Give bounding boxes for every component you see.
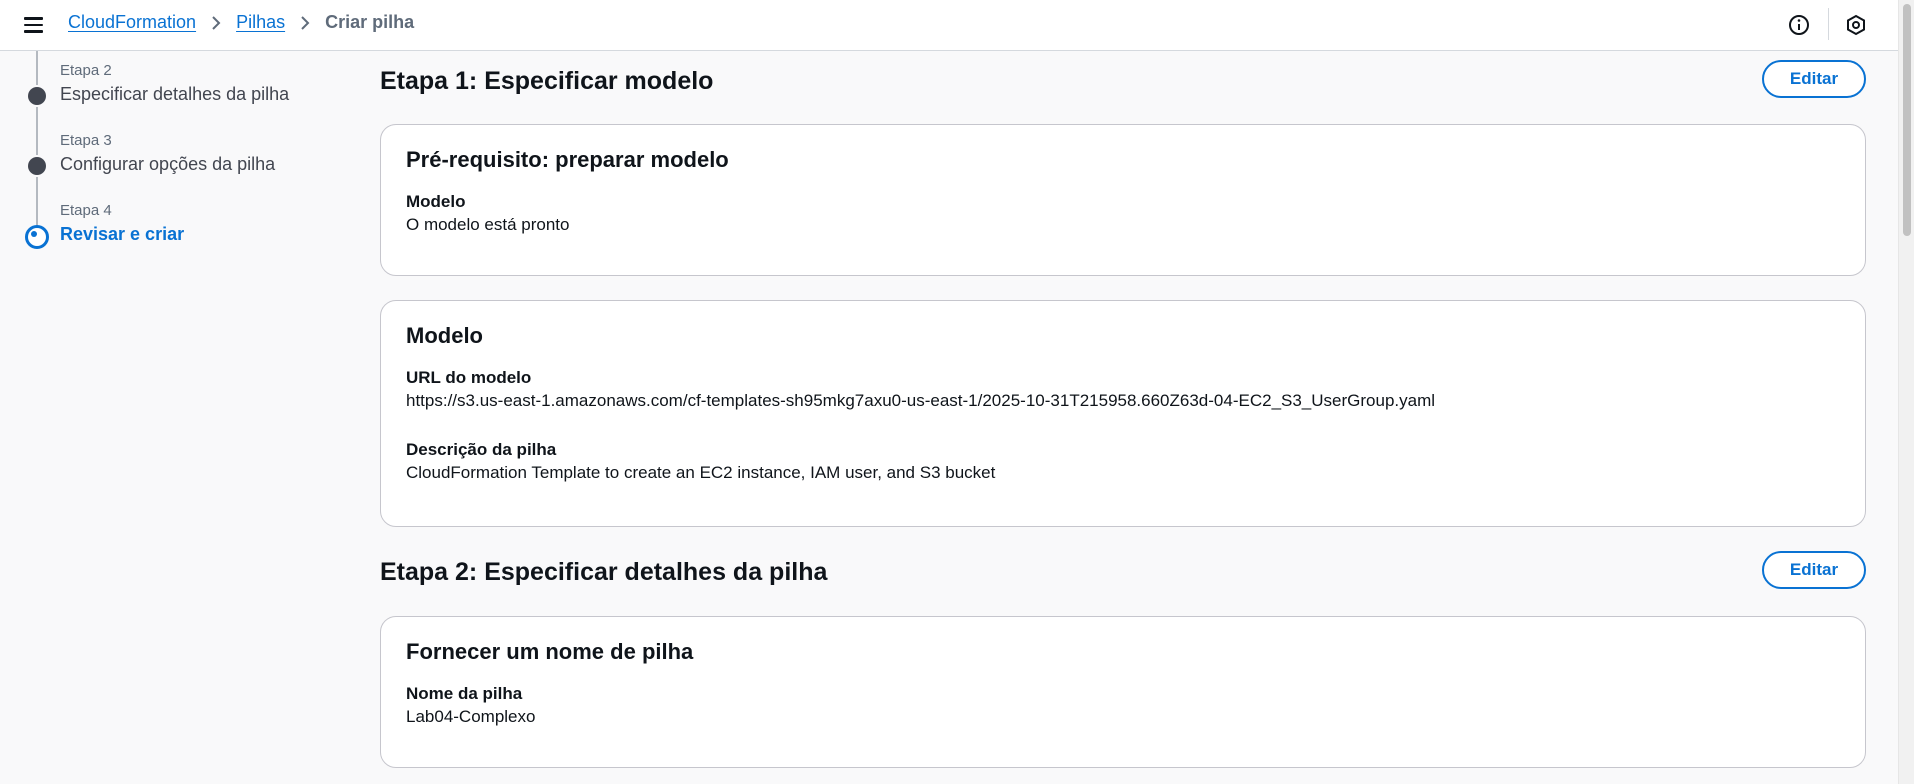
template-url-field: URL do modelo https://s3.us-east-1.amazo… (406, 367, 1840, 413)
step-2-title: Etapa 2: Especificar detalhes da pilha (380, 558, 828, 586)
model-card: Modelo URL do modelo https://s3.us-east-… (380, 300, 1866, 527)
step-1-title: Etapa 1: Especificar modelo (380, 67, 714, 95)
breadcrumb: CloudFormation Pilhas Criar pilha (68, 12, 414, 33)
model-field: Modelo O modelo está pronto (406, 191, 1840, 237)
chevron-right-icon (196, 15, 236, 31)
step-connector (36, 51, 38, 85)
step-connector (36, 177, 38, 225)
step-4-indicator (25, 225, 49, 249)
template-url-label: URL do modelo (406, 368, 532, 387)
chevron-right-icon (285, 15, 325, 31)
edit-step-1-button[interactable]: Editar (1762, 60, 1866, 98)
prerequisite-card-title: Pré-requisito: preparar modelo (406, 147, 729, 172)
breadcrumb-pilhas[interactable]: Pilhas (236, 12, 285, 33)
step-3-number: Etapa 3 (60, 132, 112, 149)
info-icon[interactable] (1787, 13, 1811, 37)
model-label: Modelo (406, 192, 466, 211)
stack-name-card-title: Fornecer um nome de pilha (406, 639, 694, 664)
step-3-link[interactable]: Configurar opções da pilha (60, 154, 275, 175)
stack-name-field: Nome da pilha Lab04-Complexo (406, 683, 1840, 729)
edit-step-2-button[interactable]: Editar (1762, 551, 1866, 589)
step-connector (36, 107, 38, 155)
step-1-header: Etapa 1: Especificar modelo Editar (380, 60, 1866, 100)
scrollbar-thumb[interactable] (1903, 4, 1911, 236)
toolbar-divider (1828, 8, 1829, 40)
stack-name-label: Nome da pilha (406, 684, 523, 703)
breadcrumb-current-page: Criar pilha (325, 12, 415, 32)
menu-icon[interactable] (22, 13, 46, 37)
stack-name-value: Lab04-Complexo (406, 707, 536, 726)
step-2-header: Etapa 2: Especificar detalhes da pilha E… (380, 551, 1866, 591)
step-3-indicator (28, 157, 46, 175)
template-url-value: https://s3.us-east-1.amazonaws.com/cf-te… (406, 391, 1436, 410)
prerequisite-card: Pré-requisito: preparar modelo Modelo O … (380, 124, 1866, 276)
stack-description-field: Descrição da pilha CloudFormation Templa… (406, 439, 1840, 485)
model-value: O modelo está pronto (406, 215, 570, 234)
step-2-indicator (28, 87, 46, 105)
step-4-current: Revisar e criar (60, 224, 185, 244)
top-navigation-bar: CloudFormation Pilhas Criar pilha (0, 0, 1898, 51)
step-2-link[interactable]: Especificar detalhes da pilha (60, 84, 289, 105)
stack-name-card: Fornecer um nome de pilha Nome da pilha … (380, 616, 1866, 768)
stack-description-label: Descrição da pilha (406, 440, 557, 459)
step-4-number: Etapa 4 (60, 202, 112, 219)
page-scrollbar[interactable] (1898, 0, 1914, 784)
model-card-title: Modelo (406, 323, 483, 348)
breadcrumb-cloudformation[interactable]: CloudFormation (68, 12, 196, 33)
stack-description-value: CloudFormation Template to create an EC2… (406, 463, 996, 482)
settings-hexagon-icon[interactable] (1844, 13, 1868, 37)
step-2-number: Etapa 2 (60, 62, 112, 79)
